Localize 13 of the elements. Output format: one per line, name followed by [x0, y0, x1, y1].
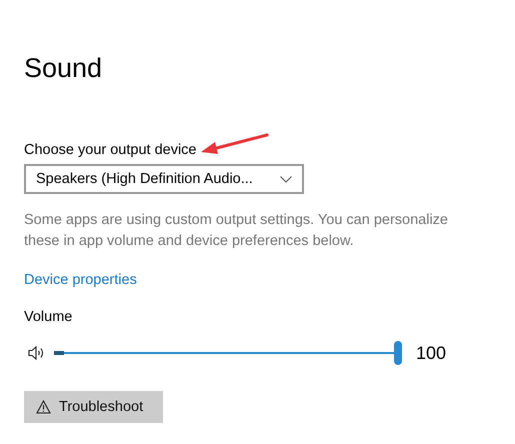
volume-value: 100 — [416, 342, 446, 364]
dropdown-value: Speakers (High Definition Audio... — [36, 171, 253, 187]
output-device-dropdown[interactable]: Speakers (High Definition Audio... — [24, 164, 304, 194]
output-device-label: Choose your output device — [24, 142, 196, 158]
slider-thumb[interactable] — [394, 341, 402, 365]
page-title: Sound — [24, 52, 104, 84]
warning-icon — [36, 400, 51, 414]
description-text: Some apps are using custom output settings. You can personalize these in app volume and device preferences below. — [24, 211, 449, 251]
volume-label: Volume — [24, 309, 74, 325]
arrow-annotation-icon — [198, 132, 268, 156]
device-properties-link[interactable]: Device properties — [24, 272, 137, 288]
chevron-down-icon — [280, 176, 292, 182]
troubleshoot-button[interactable]: Troubleshoot — [24, 391, 163, 423]
